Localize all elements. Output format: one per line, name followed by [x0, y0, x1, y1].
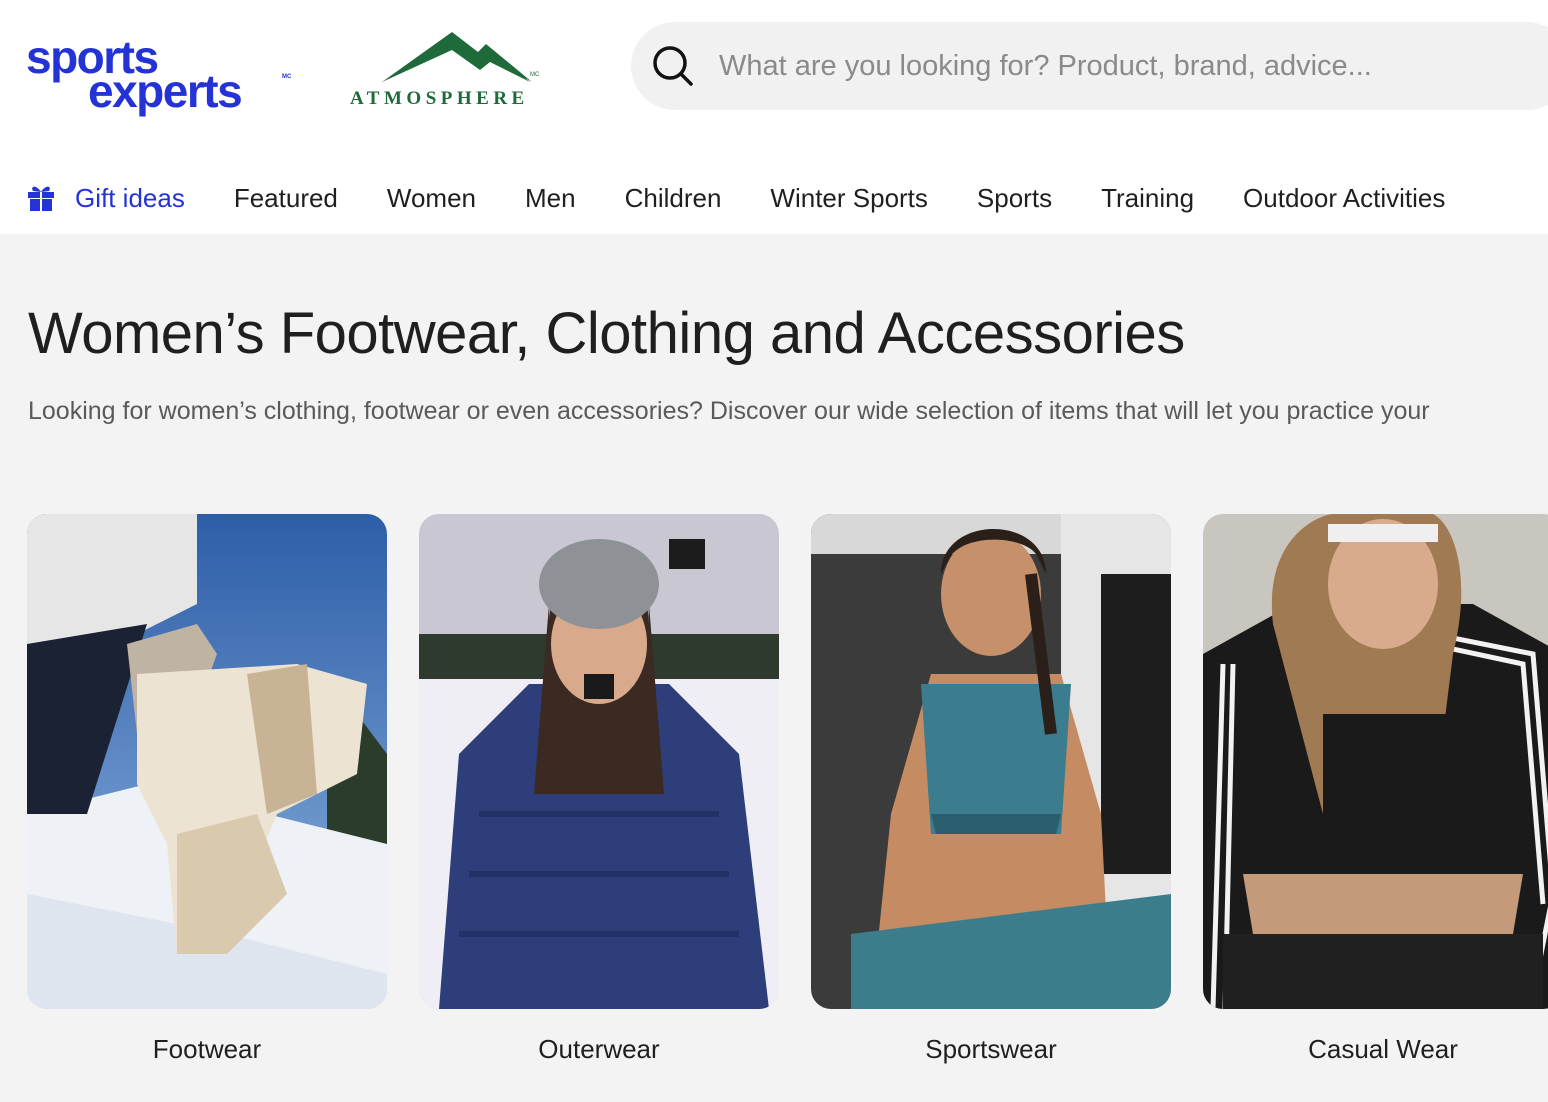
nav-item-women[interactable]: Women — [387, 183, 476, 214]
atmosphere-logo[interactable]: MC ATMOSPHERE — [348, 30, 570, 112]
page-description: Looking for women’s clothing, footwear o… — [28, 397, 1430, 425]
gift-icon — [28, 186, 54, 211]
main-nav: Gift ideas Featured Women Men Children W… — [26, 176, 1494, 220]
category-label: Sportswear — [925, 1034, 1057, 1064]
category-label: Casual Wear — [1308, 1034, 1458, 1064]
search-bar[interactable] — [631, 22, 1548, 110]
nav-label: Gift ideas — [75, 182, 185, 213]
casual-wear-image — [1203, 514, 1548, 1009]
nav-item-training[interactable]: Training — [1101, 183, 1194, 214]
search-icon[interactable] — [651, 44, 695, 88]
nav-item-winter-sports[interactable]: Winter Sports — [770, 183, 928, 214]
nav-item-outdoor-activities[interactable]: Outdoor Activities — [1243, 183, 1445, 214]
outerwear-image — [419, 514, 779, 1009]
category-card-casual-wear[interactable]: Casual Wear — [1203, 514, 1548, 1064]
mountain-icon — [382, 32, 532, 82]
nav-item-featured[interactable]: Featured — [234, 183, 338, 214]
category-card-footwear[interactable]: Footwear — [27, 514, 387, 1064]
sportswear-image — [811, 514, 1171, 1009]
nav-item-gift-ideas[interactable]: Gift ideas — [26, 183, 185, 214]
sports-experts-logo[interactable]: sports experts MC — [26, 34, 296, 120]
category-card-sportswear[interactable]: Sportswear — [811, 514, 1171, 1064]
page-title: Women’s Footwear, Clothing and Accessori… — [28, 301, 1185, 366]
site-header: sports experts MC MC ATMOSPHERE Gift ide — [0, 0, 1548, 234]
nav-item-sports[interactable]: Sports — [977, 183, 1052, 214]
category-card-outerwear[interactable]: Outerwear — [419, 514, 779, 1064]
category-label: Footwear — [152, 1034, 262, 1064]
nav-item-children[interactable]: Children — [625, 183, 722, 214]
logo-text-atmosphere: ATMOSPHERE — [350, 88, 529, 109]
nav-item-men[interactable]: Men — [525, 183, 576, 214]
logo-text-experts: experts — [88, 65, 243, 117]
search-input[interactable] — [719, 42, 1539, 90]
logo-mark: MC — [282, 74, 292, 80]
footwear-image — [27, 514, 387, 1009]
logo-mark: MC — [530, 72, 540, 78]
category-label: Outerwear — [538, 1034, 660, 1064]
